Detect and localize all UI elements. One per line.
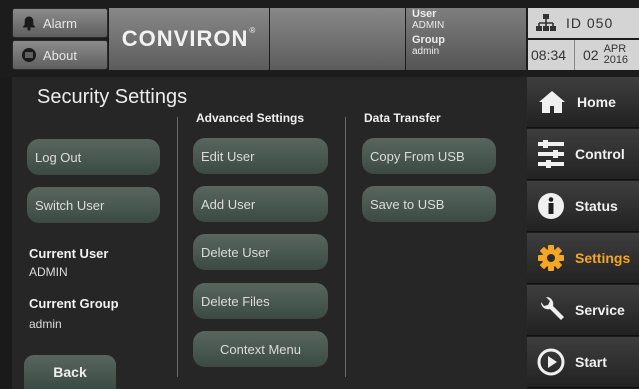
edit-user-button[interactable]: Edit User bbox=[193, 138, 328, 174]
conviron-logo: CONVIRON® bbox=[121, 26, 257, 51]
info-icon bbox=[538, 193, 564, 219]
context-menu-button[interactable]: Context Menu bbox=[193, 331, 328, 367]
date-day: 02 bbox=[583, 47, 599, 63]
switch-user-button[interactable]: Switch User bbox=[27, 187, 160, 223]
security-settings-panel: Security Settings Advanced Settings Data… bbox=[12, 77, 527, 389]
alarm-button[interactable]: Alarm bbox=[12, 8, 108, 38]
network-icon bbox=[536, 14, 556, 31]
chamber-id: ID 050 bbox=[566, 15, 614, 31]
nav-status-label: Status bbox=[575, 198, 618, 214]
chamber-id-panel: ID 050 bbox=[528, 8, 639, 38]
user-group-panel: User ADMIN Group admin bbox=[406, 8, 526, 70]
bell-icon bbox=[23, 16, 35, 31]
data-transfer-heading: Data Transfer bbox=[364, 111, 441, 125]
datetime-panel: 08:34 02 APR 2016 bbox=[528, 40, 639, 70]
advanced-settings-heading: Advanced Settings bbox=[196, 111, 305, 125]
logo-panel: CONVIRON® bbox=[109, 8, 269, 70]
about-button[interactable]: About bbox=[12, 40, 108, 70]
group-value: admin bbox=[412, 46, 440, 57]
nav-start-label: Start bbox=[575, 354, 607, 370]
nav-status[interactable]: Status bbox=[527, 181, 639, 232]
header-blank-panel bbox=[270, 8, 405, 70]
alarm-label: Alarm bbox=[43, 15, 77, 31]
wrench-icon bbox=[540, 296, 564, 320]
gear-icon bbox=[538, 245, 564, 271]
group-label: Group bbox=[412, 34, 445, 46]
nav-settings[interactable]: Settings bbox=[527, 233, 639, 284]
delete-files-button[interactable]: Delete Files bbox=[193, 283, 328, 319]
log-out-button[interactable]: Log Out bbox=[27, 139, 160, 175]
save-to-usb-button[interactable]: Save to USB bbox=[362, 186, 496, 222]
nav-control-label: Control bbox=[575, 146, 625, 162]
control-icon bbox=[538, 140, 564, 168]
column-divider-1 bbox=[177, 117, 178, 377]
user-value: ADMIN bbox=[412, 20, 445, 31]
nav-start[interactable]: Start bbox=[527, 337, 639, 388]
nav-control[interactable]: Control bbox=[527, 129, 639, 180]
about-info-icon bbox=[22, 48, 36, 62]
current-user-value: ADMIN bbox=[29, 265, 68, 279]
date-year: 2016 bbox=[603, 54, 629, 66]
nav-service[interactable]: Service bbox=[527, 285, 639, 336]
play-icon bbox=[537, 348, 565, 376]
add-user-button[interactable]: Add User bbox=[193, 186, 328, 222]
header-bar: Alarm About CONVIRON® User ADMIN Group a… bbox=[0, 0, 639, 77]
clock-time: 08:34 bbox=[531, 40, 575, 70]
back-button[interactable]: Back bbox=[24, 355, 116, 389]
nav-home[interactable]: Home bbox=[527, 77, 639, 128]
current-group-label: Current Group bbox=[29, 296, 119, 311]
delete-user-button[interactable]: Delete User bbox=[193, 234, 328, 270]
current-group-value: admin bbox=[29, 317, 62, 331]
date-month-year: APR 2016 bbox=[604, 44, 628, 66]
copy-from-usb-button[interactable]: Copy From USB bbox=[362, 138, 496, 174]
nav-service-label: Service bbox=[575, 302, 625, 318]
nav-home-label: Home bbox=[577, 94, 616, 110]
page-title: Security Settings bbox=[37, 86, 188, 108]
user-label: User bbox=[412, 8, 437, 20]
nav-settings-label: Settings bbox=[575, 250, 631, 266]
home-icon bbox=[539, 91, 565, 113]
main-nav: Home Control Status Settings Service Sta… bbox=[527, 77, 639, 389]
about-label: About bbox=[43, 47, 77, 63]
current-user-label: Current User bbox=[29, 246, 109, 261]
column-divider-2 bbox=[345, 117, 346, 377]
